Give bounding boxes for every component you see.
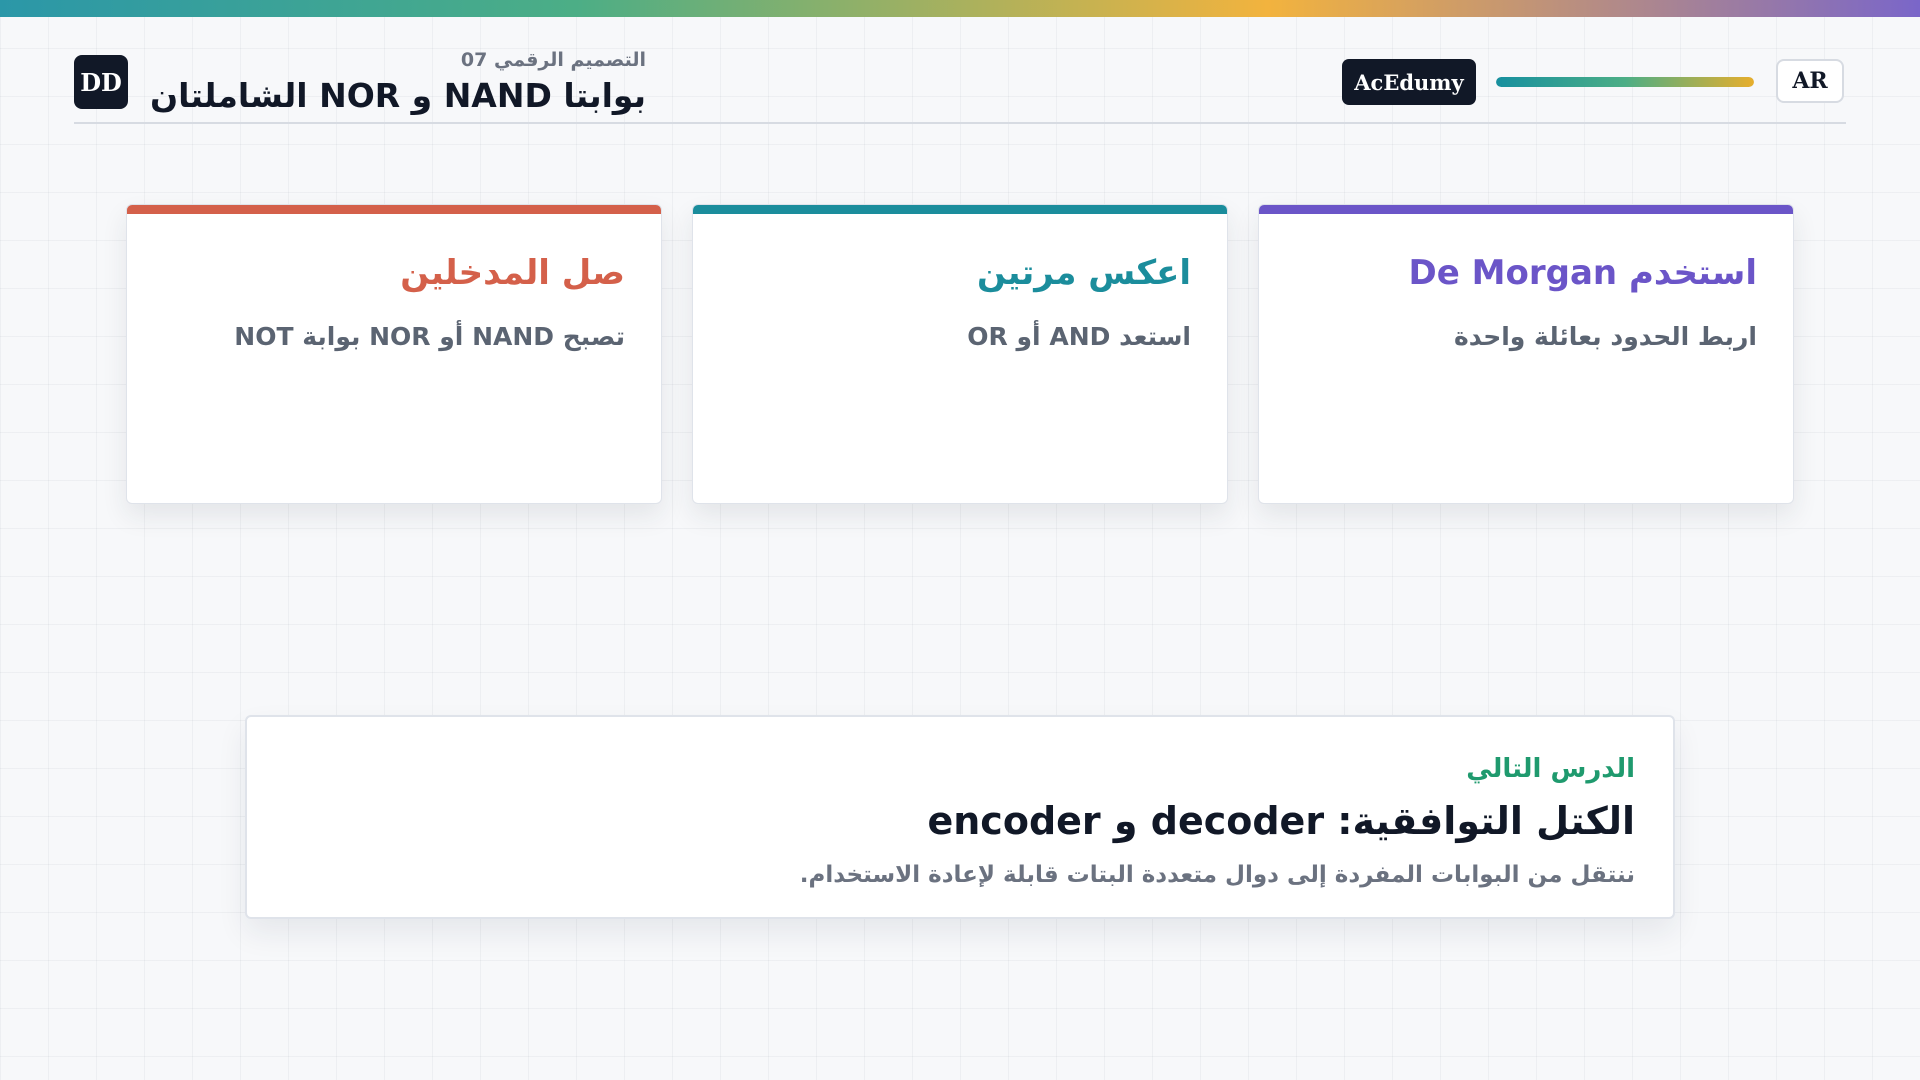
brand-badge[interactable]: AcEdumy: [1342, 59, 1476, 105]
card-title: صل المدخلين: [400, 253, 625, 293]
next-lesson-card[interactable]: الدرس التالي الكتل التوافقية: decoder و …: [245, 715, 1675, 919]
card-text: تصبح NAND أو NOR بوابة NOT: [234, 322, 625, 351]
language-toggle-button[interactable]: AR: [1776, 59, 1844, 103]
card-de-morgan: استخدم De Morgan اربط الحدود بعائلة واحد…: [1258, 204, 1794, 504]
top-accent-bar: [0, 0, 1920, 17]
next-lesson-description: ننتقل من البوابات المفردة إلى دوال متعدد…: [799, 862, 1635, 888]
card-text: استعد AND أو OR: [967, 322, 1191, 351]
card-text: اربط الحدود بعائلة واحدة: [1454, 322, 1757, 351]
next-lesson-label: الدرس التالي: [1466, 754, 1635, 784]
card-title: استخدم De Morgan: [1408, 253, 1757, 293]
title-block: التصميم الرقمي 07 بوابتا NAND و NOR الشا…: [126, 49, 646, 118]
card-accent-bar: [693, 205, 1227, 214]
card-accent-bar: [127, 205, 661, 214]
page-title: بوابتا NAND و NOR الشاملتان: [150, 76, 646, 115]
card-connect-inputs: صل المدخلين تصبح NAND أو NOR بوابة NOT: [126, 204, 662, 504]
app-logo[interactable]: DD: [74, 55, 128, 109]
next-lesson-title: الكتل التوافقية: decoder و encoder: [927, 799, 1635, 843]
course-label: التصميم الرقمي 07: [460, 49, 646, 71]
card-invert-twice: اعكس مرتين استعد AND أو OR: [692, 204, 1228, 504]
card-title: اعكس مرتين: [977, 253, 1191, 293]
lesson-progress-bar: [1496, 77, 1754, 87]
card-accent-bar: [1259, 205, 1793, 214]
lesson-progress-fill: [1496, 77, 1754, 87]
page-header: DD التصميم الرقمي 07 بوابتا NAND و NOR ا…: [74, 49, 1846, 124]
